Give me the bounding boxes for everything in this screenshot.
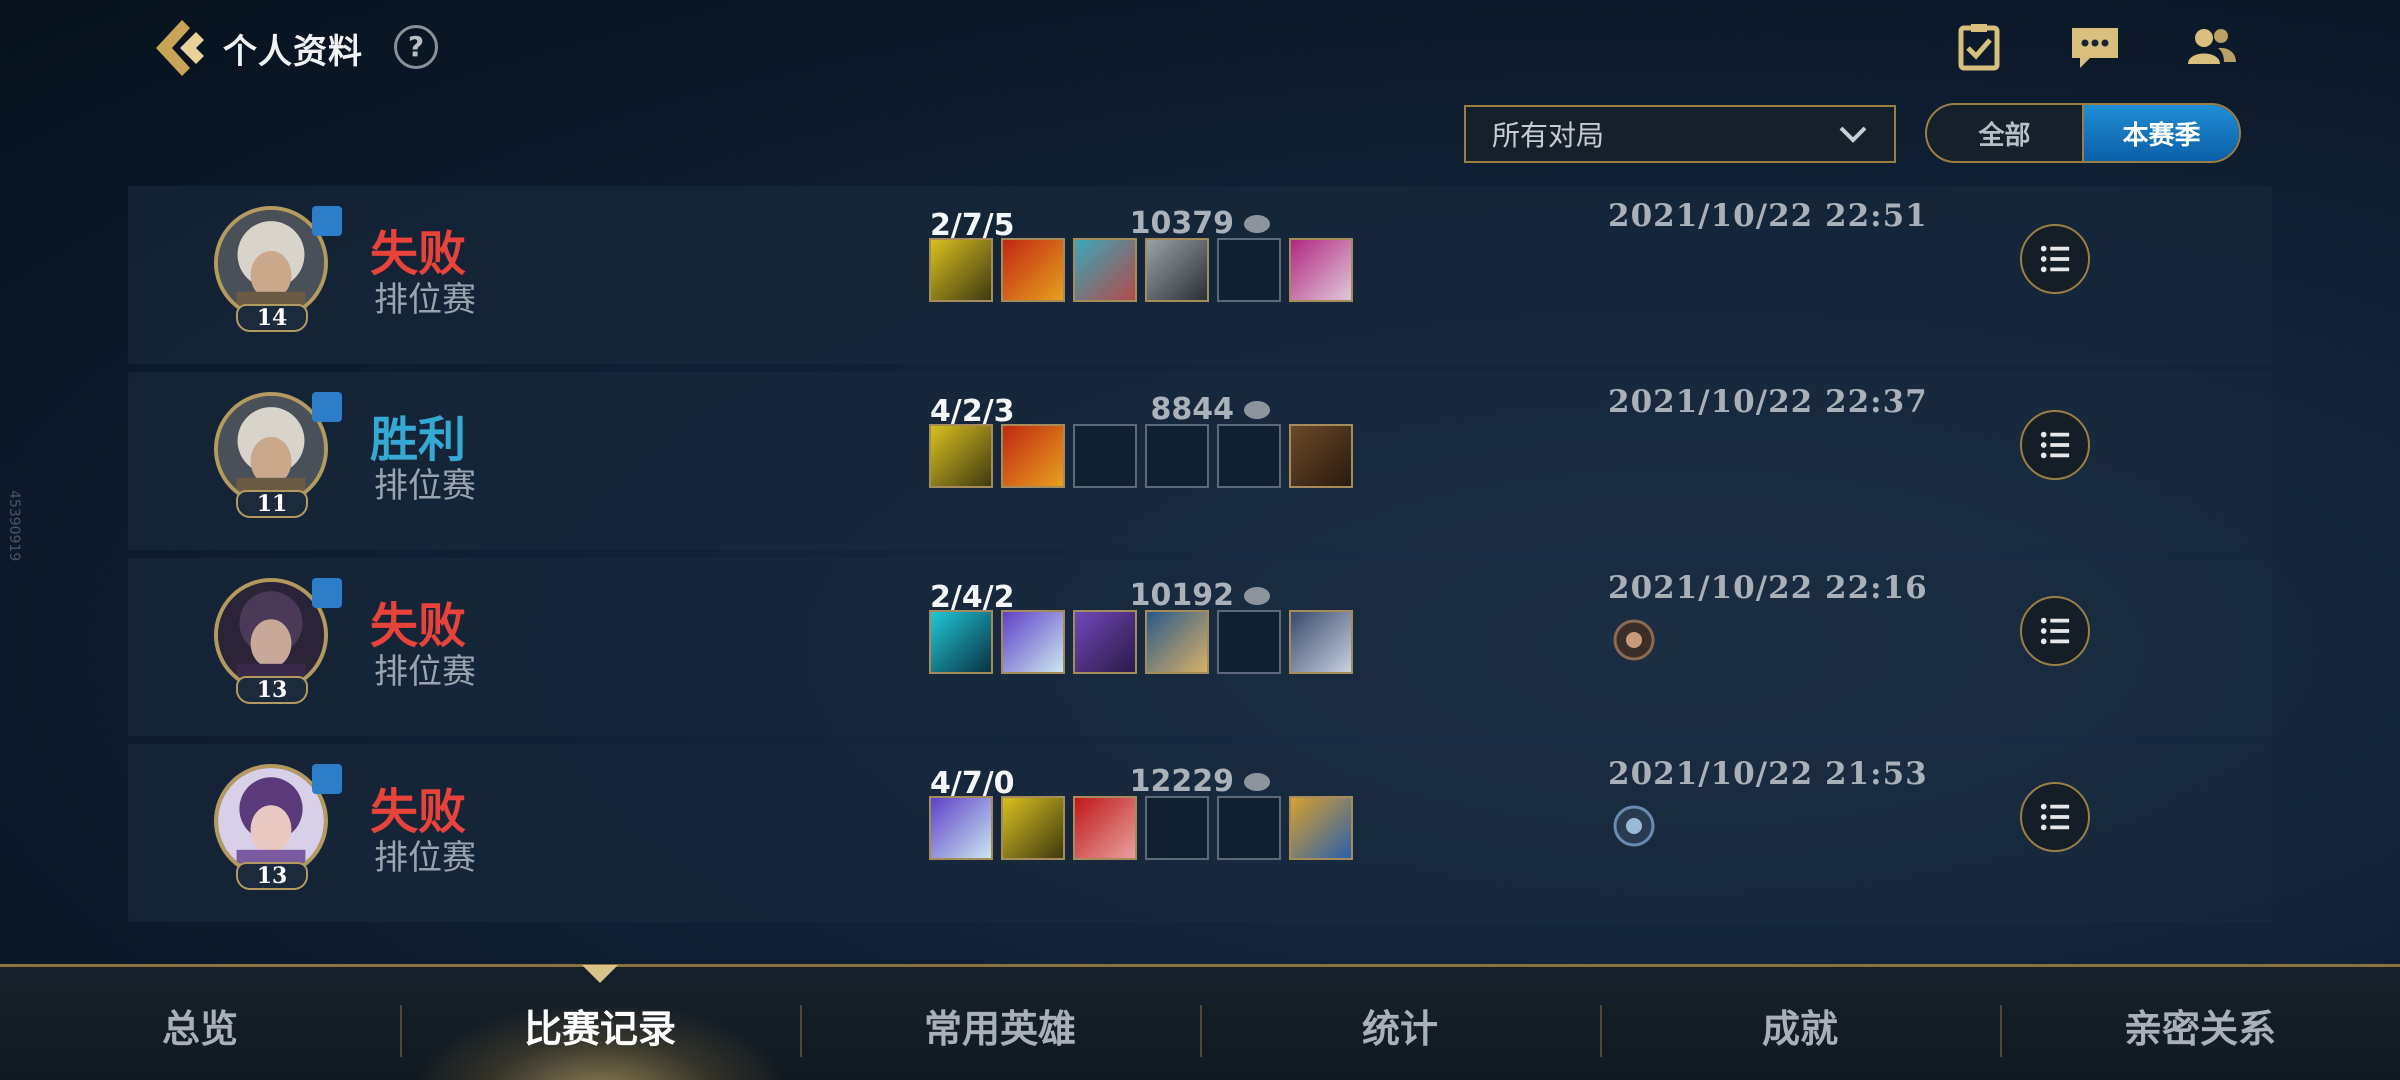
item-slot[interactable] [929,238,993,302]
item-slot-empty [1217,796,1281,860]
item-slots [929,610,1353,674]
champion-level: 13 [236,862,308,890]
item-slot[interactable] [1073,796,1137,860]
match-mode: 排位赛 [374,280,476,320]
match-detail-button[interactable] [2020,782,2090,852]
champion-portrait-image [214,392,328,506]
item-slot-empty [1073,424,1137,488]
match-detail-button[interactable] [2020,410,2090,480]
match-mode: 排位赛 [374,466,476,506]
gold-coin-icon [1244,586,1270,605]
item-slot[interactable] [1001,610,1065,674]
match-mode: 排位赛 [374,838,476,878]
match-row[interactable]: 13 失败 排位赛 4/7/0 12229 2021/10/22 21:53 [128,744,2272,922]
item-slot[interactable] [1289,424,1353,488]
gold-earned: 10192 [1130,578,1272,613]
item-slot-empty [1217,610,1281,674]
match-datetime: 2021/10/22 22:51 [1608,198,1928,234]
item-slot[interactable] [1001,796,1065,860]
match-detail-button[interactable] [2020,224,2090,294]
gold-coin-icon [1244,214,1270,233]
champion-avatar: 11 [214,392,342,518]
page-title: 个人资料 [223,32,363,72]
item-slot[interactable] [1289,610,1353,674]
item-slots [929,238,1353,302]
bottom-navigation: 总览 比赛记录 常用英雄 统计 成就 亲密关系 [0,964,2400,1080]
gold-earned: 10379 [1130,206,1272,241]
match-datetime: 2021/10/22 21:53 [1608,756,1928,792]
match-row[interactable]: 13 失败 排位赛 2/4/2 10192 2021/10/22 22:16 [128,558,2272,736]
item-slot[interactable] [1073,238,1137,302]
tab-relationships[interactable]: 亲密关系 [2000,967,2400,1080]
tab-match-history[interactable]: 比赛记录 [400,967,800,1080]
gold-value: 10192 [1129,578,1234,613]
gold-earned: 8844 [1151,392,1273,427]
item-slot-empty [1145,796,1209,860]
back-arrow-icon[interactable] [150,18,208,78]
tab-overview[interactable]: 总览 [0,967,400,1080]
match-row[interactable]: 11 胜利 排位赛 4/2/3 8844 2021/10/22 22:37 [128,372,2272,550]
item-slot[interactable] [1289,796,1353,860]
champion-avatar: 13 [214,578,342,704]
match-row[interactable]: 14 失败 排位赛 2/7/5 10379 2021/10/22 22:51 [128,186,2272,364]
svp-medal-icon [1613,805,1655,847]
match-filter-dropdown[interactable]: 所有对局 [1464,105,1896,163]
tab-achievements[interactable]: 成就 [1600,967,2000,1080]
gold-earned: 12229 [1130,764,1272,799]
champion-avatar: 14 [214,206,342,332]
team-badge-icon [312,764,342,794]
item-slot[interactable] [1001,238,1065,302]
dropdown-selected-value: 所有对局 [1492,119,1605,152]
segment-season-button[interactable]: 本赛季 [2082,105,2239,161]
item-slot[interactable] [1073,610,1137,674]
champion-portrait-image [214,206,328,320]
item-slot[interactable] [1145,238,1209,302]
item-slot-empty [1217,238,1281,302]
champion-level: 13 [236,676,308,704]
champion-avatar: 13 [214,764,342,890]
item-slot[interactable] [1289,238,1353,302]
team-badge-icon [312,392,342,422]
match-detail-button[interactable] [2020,596,2090,666]
champion-level: 14 [236,304,308,332]
item-slot[interactable] [929,424,993,488]
champion-portrait-image [214,764,328,878]
gold-value: 8844 [1150,392,1235,427]
match-mode: 排位赛 [374,652,476,692]
tab-common-heroes[interactable]: 常用英雄 [800,967,1200,1080]
champion-level: 11 [236,490,308,518]
item-slots [929,424,1353,488]
gold-coin-icon [1244,400,1270,419]
friends-icon[interactable] [2184,22,2238,72]
season-toggle[interactable]: 全部 本赛季 [1925,103,2241,163]
champion-portrait-image [214,578,328,692]
team-badge-icon [312,578,342,608]
item-slots [929,796,1353,860]
gold-value: 10379 [1129,206,1234,241]
item-slot[interactable] [1145,610,1209,674]
mvp-medal-icon [1613,619,1655,661]
gold-coin-icon [1244,772,1270,791]
item-slot-empty [1217,424,1281,488]
chevron-down-icon [1839,126,1867,143]
chat-icon[interactable] [2068,22,2122,72]
side-id-text: 45390919 [6,490,22,562]
item-slot[interactable] [929,610,993,674]
gold-value: 12229 [1129,764,1234,799]
task-icon[interactable] [1952,22,2006,72]
item-slot-empty [1145,424,1209,488]
segment-all-button[interactable]: 全部 [1927,105,2082,161]
item-slot[interactable] [929,796,993,860]
team-badge-icon [312,206,342,236]
item-slot[interactable] [1001,424,1065,488]
help-icon[interactable]: ? [394,25,438,69]
tab-statistics[interactable]: 统计 [1200,967,1600,1080]
match-datetime: 2021/10/22 22:16 [1608,570,1928,606]
match-datetime: 2021/10/22 22:37 [1608,384,1928,420]
